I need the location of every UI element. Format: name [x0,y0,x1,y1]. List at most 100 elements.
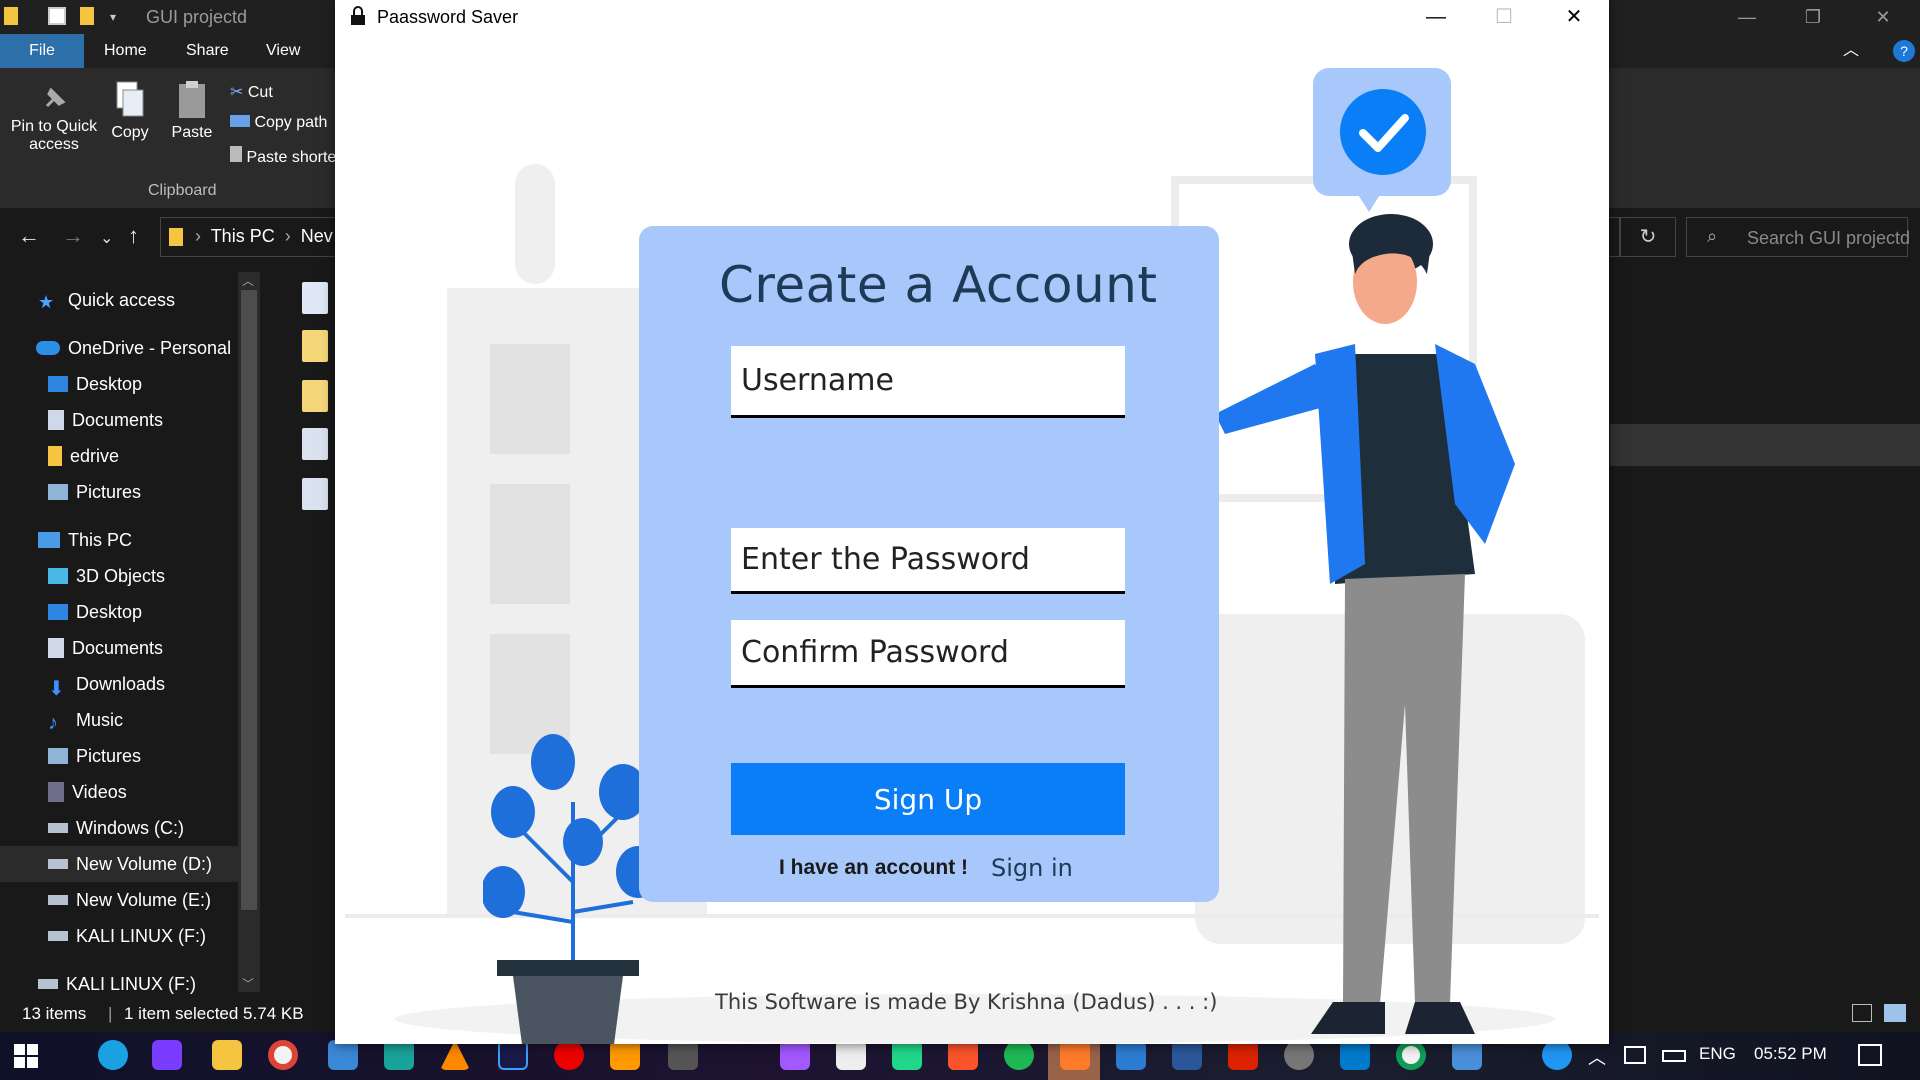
drive-icon [48,823,68,833]
scroll-up-icon[interactable]: ︿ [242,272,254,289]
sidebar-item-quick-access[interactable]: ★ Quick access [38,282,175,318]
refresh-button[interactable]: ↻ [1620,217,1676,257]
spotify-icon[interactable] [1004,1040,1034,1070]
python-file-icon[interactable] [302,428,328,460]
battery-icon[interactable] [1662,1050,1686,1062]
username-input[interactable] [731,346,1125,415]
sidebar-item-onedrive[interactable]: OneDrive - Personal [36,330,231,366]
close-icon[interactable]: ✕ [1539,0,1609,34]
sidebar-item-drive-c[interactable]: Windows (C:) [48,810,184,846]
network-icon[interactable] [1624,1046,1646,1064]
new-folder-icon[interactable] [80,7,94,25]
details-view-icon[interactable] [1852,1004,1872,1022]
sidebar-item-drive-e[interactable]: New Volume (E:) [48,882,211,918]
music-icon: ♪ [48,712,58,734]
sublime-merge-icon[interactable] [1060,1040,1090,1070]
confirm-password-field[interactable] [731,620,1125,688]
copy-button[interactable]: Copy [108,80,152,142]
unity-icon[interactable] [668,1040,698,1070]
signup-button[interactable]: Sign Up [731,763,1125,835]
notification-icon[interactable] [1858,1044,1882,1066]
sidebar-item-edrive[interactable]: edrive [48,438,119,474]
arduino-icon[interactable] [384,1040,414,1070]
paste-button[interactable]: Paste [170,80,214,142]
restore-icon[interactable]: ❐ [1778,0,1848,34]
password-field[interactable] [731,528,1125,594]
monitor-app-icon[interactable] [328,1040,358,1070]
intellij-icon[interactable] [498,1040,528,1070]
copy-path-button[interactable]: Copy path [230,114,327,132]
chevron-up-icon[interactable]: ︿ [1836,34,1866,68]
selected-row[interactable] [1610,424,1920,466]
signin-link[interactable]: Sign in [991,854,1073,882]
tab-home[interactable]: Home [88,34,163,68]
minimize-icon[interactable]: — [1712,0,1782,34]
scroll-down-icon[interactable]: ﹀ [242,975,254,992]
chrome-icon[interactable] [268,1040,298,1070]
notepad-icon[interactable] [836,1040,866,1070]
brave-icon[interactable] [948,1040,978,1070]
chrome-alt-icon[interactable] [1396,1040,1426,1070]
sidebar-item-drive-f-2[interactable]: KALI LINUX (F:) [38,966,196,994]
forward-arrow-icon[interactable]: → [62,223,84,249]
python-app-icon[interactable] [1452,1040,1482,1070]
minimize-icon[interactable]: — [1401,0,1471,34]
sidebar-item-documents[interactable]: Documents [48,402,163,438]
folder-icon[interactable] [302,330,328,362]
paste-shortcut-button[interactable]: Paste shorte [230,146,336,167]
figma-icon[interactable] [780,1040,810,1070]
username-field[interactable] [731,346,1125,418]
up-arrow-icon[interactable]: ↑ [128,223,139,249]
vscode-icon[interactable] [1340,1040,1370,1070]
confirm-password-input[interactable] [731,620,1125,685]
word-icon[interactable] [1172,1040,1202,1070]
properties-icon[interactable] [48,7,66,25]
sidebar-item-pictures-pc[interactable]: Pictures [48,738,141,774]
breadcrumb-current[interactable]: Nev [301,226,333,246]
help-tray-icon[interactable] [1542,1040,1572,1070]
back-arrow-icon[interactable]: ← [18,223,40,249]
sidebar-item-drive-d[interactable]: New Volume (D:) [0,846,238,882]
chevron-down-icon[interactable]: ▾ [110,10,128,28]
sidebar-item-downloads[interactable]: ⬇ Downloads [48,666,165,702]
large-icons-view-icon[interactable] [1884,1004,1906,1022]
recent-chevron-icon[interactable]: ⌄ [100,228,113,248]
clock[interactable]: 05:52 PM [1754,1044,1827,1064]
search-input[interactable]: ⌕ Search GUI projectd [1686,217,1910,257]
file-explorer-icon[interactable] [212,1040,242,1070]
calendar-icon[interactable] [1116,1040,1146,1070]
python-file-icon[interactable] [302,478,328,510]
breadcrumb-this-pc[interactable]: This PC [211,226,275,246]
pycharm-icon[interactable] [892,1040,922,1070]
chevron-up-icon[interactable]: ︿ [1588,1044,1606,1070]
close-icon[interactable]: ✕ [1848,0,1918,34]
opera-icon[interactable] [554,1040,584,1070]
password-input[interactable] [731,528,1125,591]
app-launcher-icon[interactable] [152,1040,182,1070]
help-icon[interactable]: ? [1893,40,1915,62]
edge-icon[interactable] [98,1040,128,1070]
sublime-icon[interactable] [610,1040,640,1070]
tab-file[interactable]: File [0,34,84,68]
pin-quick-access-button[interactable]: Pin to Quick access [8,84,100,154]
windows-start-icon[interactable] [14,1044,38,1068]
folder-icon[interactable] [302,380,328,412]
sidebar-item-drive-f[interactable]: KALI LINUX (F:) [48,918,206,954]
scrollbar-thumb[interactable] [241,290,257,910]
sidebar-item-pictures[interactable]: Pictures [48,474,141,510]
language-indicator[interactable]: ENG [1699,1044,1736,1064]
file-icon[interactable] [302,282,328,314]
sidebar-item-videos[interactable]: Videos [48,774,127,810]
sidebar-item-desktop[interactable]: Desktop [48,366,142,402]
sidebar-item-3d-objects[interactable]: 3D Objects [48,558,165,594]
cut-button[interactable]: ✂ Cut [230,82,273,102]
sidebar-item-music[interactable]: ♪ Music [48,702,123,738]
sidebar-item-label: Documents [72,637,164,658]
tab-share[interactable]: Share [170,34,245,68]
sidebar-item-this-pc[interactable]: This PC [38,522,132,558]
acrobat-icon[interactable] [1228,1040,1258,1070]
sidebar-item-documents-pc[interactable]: Documents [48,630,163,666]
tab-view[interactable]: View [250,34,316,68]
settings-icon[interactable] [1284,1040,1314,1070]
sidebar-item-desktop-pc[interactable]: Desktop [48,594,142,630]
